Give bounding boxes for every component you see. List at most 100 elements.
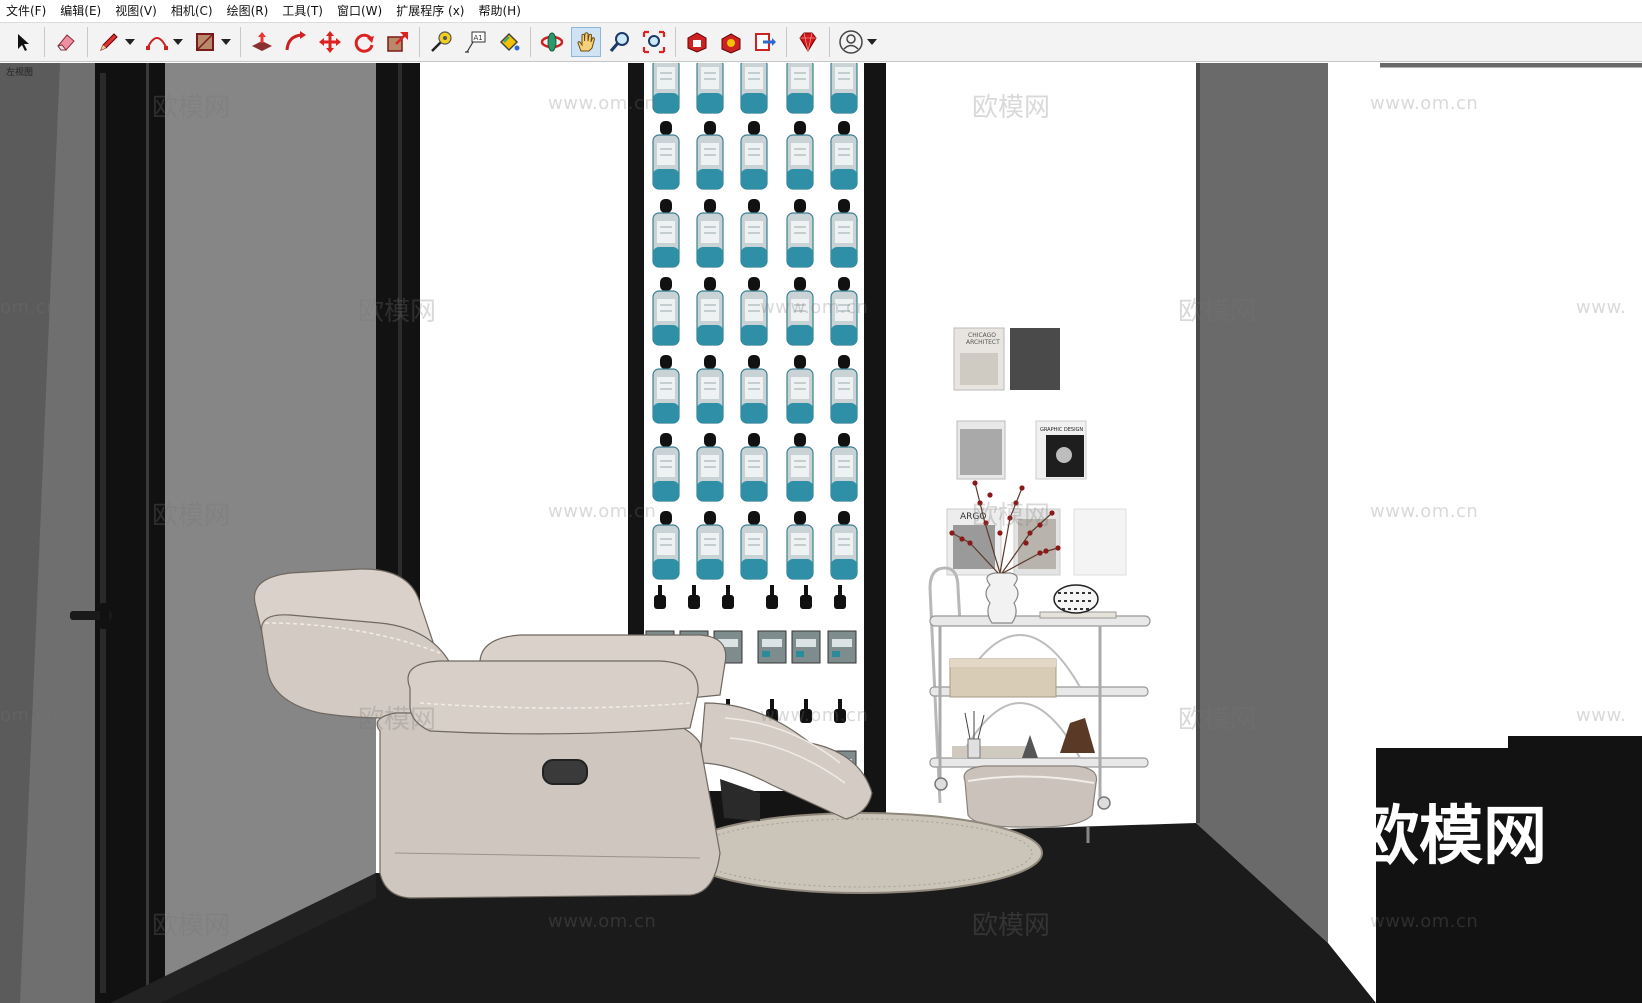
recliner-lever — [542, 759, 588, 785]
poster-4-face — [1056, 447, 1072, 463]
follow-me-icon — [285, 31, 306, 51]
door-frame-edge — [100, 73, 106, 993]
poster-1-line-2: ARCHITECT — [966, 339, 1000, 346]
caret-down-icon — [221, 39, 231, 45]
paint-bucket-tool-button[interactable] — [494, 27, 524, 57]
zoom-extents-button[interactable] — [639, 27, 669, 57]
tape-measure-tool-button[interactable] — [426, 27, 456, 57]
serum-bottle — [830, 63, 858, 114]
arc-tool-button[interactable] — [142, 27, 172, 57]
extension-manager-button[interactable] — [793, 27, 823, 57]
left-wall — [165, 63, 376, 1003]
reed-diffuser — [967, 738, 981, 759]
model-viewport[interactable]: 左视图 CHICAGO ARCHITECT GRAPHIC DESIGN ARG… — [0, 63, 1642, 1003]
storage-box-side — [950, 659, 1056, 667]
rectangle-icon — [196, 33, 214, 51]
caret-down-icon — [867, 39, 877, 45]
dark-block — [1376, 736, 1642, 1003]
right-wall — [1196, 63, 1328, 943]
menu-bar: 文件(F) 编辑(E) 视图(V) 相机(C) 绘图(R) 工具(T) 窗口(W… — [0, 0, 1642, 22]
push-pull-tool-button[interactable] — [247, 27, 277, 57]
rotate-tool-button[interactable] — [349, 27, 379, 57]
poster-1-image — [960, 353, 998, 385]
line-tool-button[interactable] — [94, 27, 124, 57]
menu-extensions[interactable]: 扩展程序 (x) — [389, 0, 471, 22]
extension-warehouse-button[interactable] — [716, 27, 746, 57]
move-tool-button[interactable] — [315, 27, 345, 57]
eraser-icon — [57, 34, 75, 51]
serum-bottle — [652, 63, 680, 114]
arrow-cursor-icon — [18, 34, 29, 51]
arc-icon — [146, 37, 168, 50]
line-tool-dropdown[interactable] — [124, 27, 136, 57]
product-box — [791, 630, 821, 664]
ruby-gem-icon — [799, 32, 817, 52]
caret-down-icon — [173, 39, 183, 45]
poster-4-title: GRAPHIC DESIGN — [1040, 427, 1083, 433]
toolbar-separator — [675, 27, 676, 57]
door-frame-line — [146, 63, 149, 993]
serum-bottle — [740, 63, 768, 114]
menu-tools[interactable]: 工具(T) — [275, 0, 330, 22]
tape-measure-icon — [431, 31, 452, 52]
vase — [985, 572, 1019, 624]
toolbar-separator — [87, 27, 88, 57]
pan-tool-button[interactable] — [571, 27, 601, 57]
send-to-layout-icon — [755, 33, 776, 51]
scene-render: CHICAGO ARCHITECT GRAPHIC DESIGN ARGO — [0, 63, 1642, 1003]
toolbar-separator — [530, 27, 531, 57]
warehouse-icon — [687, 32, 707, 53]
follow-me-tool-button[interactable] — [281, 27, 311, 57]
serum-bottle — [696, 63, 724, 114]
menu-camera[interactable]: 相机(C) — [164, 0, 220, 22]
text-tool-button[interactable]: A1 — [460, 27, 490, 57]
paint-bucket-icon — [499, 32, 520, 52]
account-dropdown[interactable] — [866, 27, 878, 57]
recliner-arm-top — [407, 660, 699, 735]
scale-tool-button[interactable] — [383, 27, 413, 57]
toolbar-separator — [419, 27, 420, 57]
orbit-icon — [540, 32, 564, 52]
rectangle-tool-button[interactable] — [190, 27, 220, 57]
poster-3-photo — [960, 429, 1002, 475]
poster-7 — [1073, 508, 1127, 576]
toolbar: A1 — [0, 22, 1642, 62]
poster-2 — [1010, 328, 1060, 390]
extension-warehouse-icon — [721, 33, 741, 54]
pencil-icon — [100, 33, 118, 51]
poster-1-line-1: CHICAGO — [968, 332, 996, 339]
door-handle-rose — [100, 603, 109, 629]
user-profile-icon — [839, 30, 863, 54]
rotate-icon — [354, 33, 374, 53]
arc-tool-dropdown[interactable] — [172, 27, 184, 57]
eraser-tool-button[interactable] — [51, 27, 81, 57]
account-button[interactable] — [836, 27, 866, 57]
menu-window[interactable]: 窗口(W) — [330, 0, 389, 22]
menu-view[interactable]: 视图(V) — [108, 0, 164, 22]
menu-edit[interactable]: 编辑(E) — [53, 0, 108, 22]
orbit-tool-button[interactable] — [537, 27, 567, 57]
select-tool-button[interactable] — [8, 27, 38, 57]
send-to-layout-button[interactable] — [750, 27, 780, 57]
menu-draw[interactable]: 绘图(R) — [220, 0, 276, 22]
menu-file[interactable]: 文件(F) — [6, 0, 53, 22]
menu-help[interactable]: 帮助(H) — [471, 0, 527, 22]
hand-pan-icon — [577, 32, 596, 52]
push-pull-icon — [252, 32, 272, 51]
recliner-arm-body — [376, 712, 721, 899]
toolbar-separator — [44, 27, 45, 57]
product-box — [827, 630, 857, 664]
trolley-wheel-2 — [1097, 796, 1111, 810]
round-rug — [681, 812, 1043, 894]
toolbar-separator — [829, 27, 830, 57]
caret-down-icon — [125, 39, 135, 45]
back-wall-left — [420, 63, 628, 679]
bottom-shelf-books — [952, 746, 1032, 758]
right-wall-edge — [1196, 63, 1200, 823]
toolbar-separator — [786, 27, 787, 57]
rectangle-tool-dropdown[interactable] — [220, 27, 232, 57]
3d-warehouse-button[interactable] — [682, 27, 712, 57]
zoom-extents-icon — [642, 30, 666, 54]
text-label-icon: A1 — [465, 31, 486, 53]
zoom-tool-button[interactable] — [605, 27, 635, 57]
